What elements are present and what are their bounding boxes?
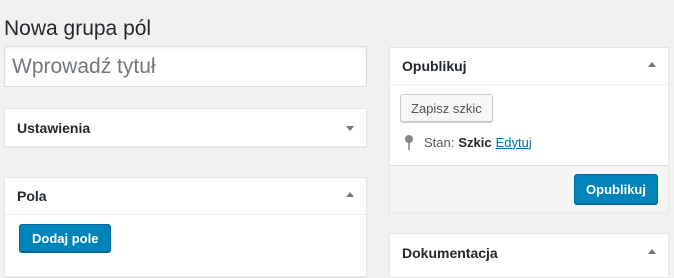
fields-box-header[interactable]: Pola bbox=[5, 178, 366, 215]
documentation-box: Dokumentacja bbox=[389, 233, 669, 278]
fields-box: Pola Dodaj pole bbox=[4, 177, 367, 277]
status-value: Szkic bbox=[458, 134, 492, 150]
add-field-button[interactable]: Dodaj pole bbox=[19, 224, 112, 252]
chevron-up-icon[interactable] bbox=[648, 62, 656, 67]
settings-box-header[interactable]: Ustawienia bbox=[5, 109, 366, 146]
fields-box-title: Pola bbox=[17, 188, 47, 204]
publish-box-header[interactable]: Opublikuj bbox=[390, 48, 668, 85]
chevron-down-icon[interactable] bbox=[346, 125, 354, 131]
publish-button[interactable]: Opublikuj bbox=[574, 174, 658, 204]
documentation-box-header[interactable]: Dokumentacja bbox=[390, 234, 668, 271]
settings-box-title: Ustawienia bbox=[17, 119, 91, 136]
chevron-up-icon[interactable] bbox=[346, 192, 354, 197]
save-draft-button[interactable]: Zapisz szkic bbox=[400, 94, 493, 122]
edit-status-link[interactable]: Edytuj bbox=[496, 135, 532, 150]
page-title: Nowa grupa pól bbox=[4, 17, 152, 41]
documentation-box-title: Dokumentacja bbox=[402, 244, 498, 261]
publish-box: Opublikuj Zapisz szkic Stan: Szkic Edytu… bbox=[389, 47, 669, 212]
chevron-up-icon[interactable] bbox=[648, 248, 656, 254]
title-input[interactable] bbox=[4, 46, 367, 87]
pin-icon bbox=[402, 133, 416, 151]
publish-box-title: Opublikuj bbox=[402, 58, 467, 74]
settings-box: Ustawienia bbox=[4, 108, 367, 147]
status-label: Stan: bbox=[424, 134, 455, 150]
publish-actions: Opublikuj bbox=[390, 165, 668, 212]
post-status-row: Stan: Szkic Edytuj bbox=[402, 133, 532, 151]
